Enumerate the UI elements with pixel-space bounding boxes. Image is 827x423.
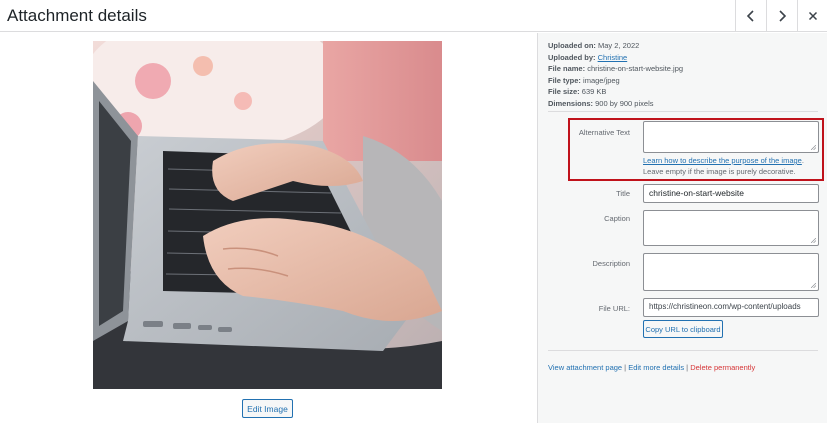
close-icon bbox=[808, 11, 817, 21]
resize-grip-icon bbox=[811, 283, 816, 288]
file-type-row: File type: image/jpeg bbox=[548, 75, 683, 87]
caption-label: Caption bbox=[604, 214, 630, 223]
laptop-photo bbox=[93, 41, 442, 389]
divider bbox=[548, 111, 818, 112]
copy-url-button[interactable]: Copy URL to clipboard bbox=[643, 320, 723, 338]
dimensions-value: 900 by 900 pixels bbox=[595, 98, 654, 108]
caption-field[interactable] bbox=[643, 210, 819, 246]
next-button[interactable] bbox=[766, 0, 797, 32]
previous-button[interactable] bbox=[735, 0, 766, 32]
uploaded-on-value: May 2, 2022 bbox=[598, 41, 640, 50]
file-type-value: image/jpeg bbox=[583, 75, 620, 85]
details-sidebar: Uploaded on: May 2, 2022 Uploaded by: Ch… bbox=[537, 33, 827, 423]
description-label: Description bbox=[592, 259, 630, 268]
file-size-value: 639 KB bbox=[581, 87, 607, 97]
title-label: Title bbox=[616, 189, 630, 198]
actions-divider: | bbox=[686, 363, 689, 372]
image-preview-panel: Edit Image bbox=[0, 33, 537, 423]
file-name-label: File name: bbox=[548, 64, 586, 74]
resize-grip-icon bbox=[811, 238, 816, 243]
delete-permanently-link[interactable]: Delete permanently bbox=[690, 363, 755, 372]
chevron-right-icon bbox=[779, 10, 787, 22]
file-size-row: File size: 639 KB bbox=[548, 86, 683, 98]
page-title: Attachment details bbox=[7, 6, 147, 25]
uploaded-by-link[interactable]: Christine bbox=[598, 53, 628, 62]
file-name-value: christine-on-start-website.jpg bbox=[587, 64, 684, 74]
file-size-label: File size: bbox=[548, 87, 580, 97]
edit-image-button[interactable]: Edit Image bbox=[242, 399, 293, 418]
uploaded-on-row: Uploaded on: May 2, 2022 bbox=[548, 40, 683, 52]
file-name-row: File name: christine-on-start-website.jp… bbox=[548, 63, 683, 75]
close-button[interactable] bbox=[797, 0, 827, 32]
file-type-label: File type: bbox=[548, 75, 581, 85]
alt-text-highlight bbox=[568, 118, 824, 181]
chevron-left-icon bbox=[746, 10, 754, 22]
actions-divider: | bbox=[624, 363, 627, 372]
modal-header: Attachment details bbox=[0, 0, 827, 32]
uploaded-by-label: Uploaded by: bbox=[548, 52, 596, 62]
edit-details-link[interactable]: Edit more details bbox=[628, 363, 684, 372]
file-url-field[interactable]: https://christineon.com/wp-content/uploa… bbox=[643, 298, 819, 317]
uploaded-on-label: Uploaded on: bbox=[548, 41, 596, 50]
dimensions-label: Dimensions: bbox=[548, 98, 594, 108]
file-details: Uploaded on: May 2, 2022 Uploaded by: Ch… bbox=[548, 40, 683, 110]
view-attachment-link[interactable]: View attachment page bbox=[548, 363, 622, 372]
divider bbox=[548, 350, 818, 351]
description-field[interactable] bbox=[643, 253, 819, 291]
file-url-label: File URL: bbox=[598, 304, 630, 313]
title-field[interactable]: christine-on-start-website bbox=[643, 184, 819, 203]
attachment-image bbox=[93, 41, 442, 389]
dimensions-row: Dimensions: 900 by 900 pixels bbox=[548, 98, 683, 110]
attachment-actions: View attachment page | Edit more details… bbox=[548, 363, 755, 372]
uploaded-by-row: Uploaded by: Christine bbox=[548, 52, 683, 64]
